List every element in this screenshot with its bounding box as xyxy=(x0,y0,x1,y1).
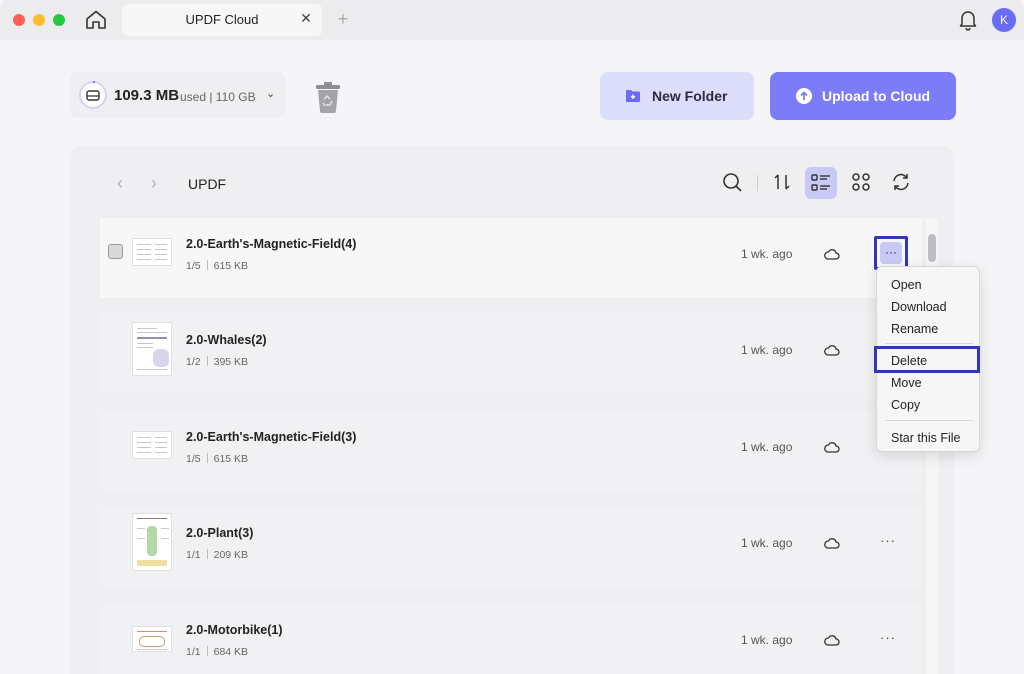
new-tab-icon[interactable]: + xyxy=(334,10,352,28)
file-thumbnail xyxy=(132,513,172,571)
file-modified: 1 wk. ago xyxy=(741,247,793,261)
menu-item-star[interactable]: Star this File xyxy=(891,431,960,445)
file-row[interactable]: 2.0-Plant(3) 1/1 209 KB 1 wk. ago ··· xyxy=(100,507,922,587)
close-window-button[interactable] xyxy=(13,14,25,26)
file-pages: 1/5 xyxy=(186,453,201,465)
storage-total-label: used | 110 GB xyxy=(180,90,256,104)
new-folder-button[interactable]: New Folder xyxy=(600,72,754,120)
cloud-icon xyxy=(824,536,840,550)
file-row[interactable]: 2.0-Motorbike(1) 1/1 684 KB 1 wk. ago ··· xyxy=(100,604,922,674)
search-icon[interactable] xyxy=(720,170,744,194)
upload-label: Upload to Cloud xyxy=(822,88,931,104)
tab-close-icon[interactable]: ✕ xyxy=(298,10,314,26)
file-size: 615 KB xyxy=(213,260,249,272)
more-options-icon[interactable]: ··· xyxy=(880,631,896,644)
file-size: 395 KB xyxy=(213,356,249,368)
menu-item-open[interactable]: Open xyxy=(891,278,922,292)
file-meta: 1/2 395 KB xyxy=(186,356,248,368)
file-name[interactable]: 2.0-Motorbike(1) xyxy=(186,623,283,637)
grid-view-icon[interactable] xyxy=(849,170,873,194)
storage-usage[interactable]: 109.3 MB used | 110 GB ⌄ xyxy=(70,72,286,118)
forward-arrow-icon[interactable]: › xyxy=(146,174,162,192)
file-modified: 1 wk. ago xyxy=(741,440,793,454)
file-meta: 1/5 615 KB xyxy=(186,260,248,272)
zoom-window-button[interactable] xyxy=(53,14,65,26)
more-options-button-active[interactable]: ··· xyxy=(874,236,908,270)
more-options-icon: ··· xyxy=(880,242,902,264)
menu-divider xyxy=(885,420,973,421)
file-pages: 1/5 xyxy=(186,260,201,272)
back-arrow-icon[interactable]: ‹ xyxy=(112,174,128,192)
trash-icon[interactable] xyxy=(312,80,344,114)
avatar[interactable]: K xyxy=(992,8,1016,32)
file-thumbnail xyxy=(132,626,172,652)
list-view-icon[interactable] xyxy=(805,167,837,199)
file-size: 615 KB xyxy=(213,453,249,465)
toolbar-divider xyxy=(757,175,758,191)
drive-icon xyxy=(78,80,108,110)
file-thumbnail xyxy=(132,431,172,459)
file-meta: 1/1 684 KB xyxy=(186,646,248,658)
new-folder-label: New Folder xyxy=(652,88,728,104)
scrollbar-thumb[interactable] xyxy=(928,234,936,262)
menu-item-move[interactable]: Move xyxy=(891,376,922,390)
refresh-icon[interactable] xyxy=(889,170,913,194)
file-row[interactable]: 2.0-Earth's-Magnetic-Field(4) 1/5 615 KB … xyxy=(100,218,922,298)
file-row[interactable]: 2.0-Earth's-Magnetic-Field(3) 1/5 615 KB … xyxy=(100,411,922,491)
file-checkbox[interactable] xyxy=(108,244,123,259)
storage-used-value: 109.3 MB xyxy=(114,87,180,104)
breadcrumb[interactable]: UPDF xyxy=(188,176,226,192)
file-size: 209 KB xyxy=(213,549,249,561)
chevron-down-icon[interactable]: ⌄ xyxy=(266,87,275,100)
file-pages: 1/2 xyxy=(186,356,201,368)
file-name[interactable]: 2.0-Whales(2) xyxy=(186,333,267,347)
file-name[interactable]: 2.0-Earth's-Magnetic-Field(4) xyxy=(186,237,356,251)
sort-icon[interactable] xyxy=(770,170,794,194)
upload-icon xyxy=(796,88,812,104)
file-size: 684 KB xyxy=(213,646,249,658)
cloud-icon xyxy=(824,247,840,261)
file-pages: 1/1 xyxy=(186,549,201,561)
file-row[interactable]: 2.0-Whales(2) 1/2 395 KB 1 wk. ago xyxy=(100,314,922,394)
cloud-icon xyxy=(824,633,840,647)
bell-icon[interactable] xyxy=(958,9,978,31)
folder-plus-icon xyxy=(625,88,641,104)
tab-title: UPDF Cloud xyxy=(185,12,259,27)
menu-item-rename[interactable]: Rename xyxy=(891,322,938,336)
file-thumbnail xyxy=(132,238,172,266)
app-window: UPDF Cloud ✕ + K 109.3 MB used | 110 GB … xyxy=(0,0,1024,674)
cloud-icon xyxy=(824,343,840,357)
more-options-icon[interactable]: ··· xyxy=(880,534,896,547)
file-name[interactable]: 2.0-Earth's-Magnetic-Field(3) xyxy=(186,430,356,444)
file-thumbnail xyxy=(132,322,172,376)
home-icon[interactable] xyxy=(84,8,108,32)
file-meta: 1/5 615 KB xyxy=(186,453,248,465)
title-bar: UPDF Cloud ✕ + K xyxy=(0,0,1024,40)
minimize-window-button[interactable] xyxy=(33,14,45,26)
delete-highlight-box xyxy=(874,346,980,373)
file-modified: 1 wk. ago xyxy=(741,343,793,357)
tab-updf-cloud[interactable]: UPDF Cloud ✕ xyxy=(122,4,322,36)
file-modified: 1 wk. ago xyxy=(741,633,793,647)
file-modified: 1 wk. ago xyxy=(741,536,793,550)
menu-item-copy[interactable]: Copy xyxy=(891,398,920,412)
file-list: 2.0-Earth's-Magnetic-Field(4) 1/5 615 KB … xyxy=(100,218,922,674)
file-meta: 1/1 209 KB xyxy=(186,549,248,561)
file-name[interactable]: 2.0-Plant(3) xyxy=(186,526,253,540)
file-pages: 1/1 xyxy=(186,646,201,658)
menu-divider xyxy=(885,343,973,344)
upload-to-cloud-button[interactable]: Upload to Cloud xyxy=(770,72,956,120)
menu-item-download[interactable]: Download xyxy=(891,300,947,314)
cloud-icon xyxy=(824,440,840,454)
